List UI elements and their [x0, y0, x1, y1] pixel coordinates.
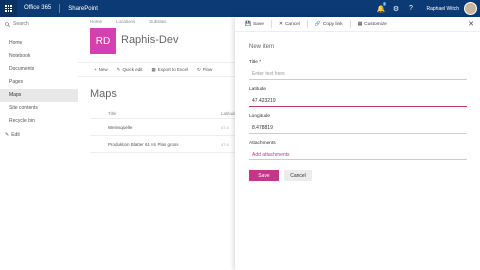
latitude-input[interactable]: [249, 95, 467, 107]
site-main: Home Locations Subsites RD Raphis-Dev + …: [78, 17, 237, 270]
help-button[interactable]: ?: [403, 0, 418, 17]
left-navigation: Home Notebook Documents Pages Maps Site …: [0, 17, 78, 270]
row-divider: [90, 152, 235, 153]
toolbar-customize-label: Customize: [364, 21, 387, 27]
nav-item-site-contents[interactable]: Site contents: [0, 102, 78, 115]
cancel-button[interactable]: Cancel: [284, 170, 312, 181]
notification-count-badge: 1: [382, 2, 387, 6]
suite-bar: Office 365 SharePoint 🔔 1 ⚙ ? Raphael Wi…: [0, 0, 480, 17]
toolbar-divider: [306, 20, 308, 28]
latitude-label: Latitude: [249, 87, 267, 92]
toolbar-copy-link-label: Copy link: [322, 21, 343, 27]
flow-button[interactable]: ↻ Flow: [197, 67, 212, 73]
panel-toolbar: 💾 Save ✕ Cancel 🔗 Copy link ▦ Customize: [235, 17, 480, 32]
new-label: New: [98, 67, 108, 72]
column-header-title[interactable]: Title: [108, 111, 116, 116]
quick-edit-button[interactable]: ✎ Quick edit: [117, 67, 143, 73]
pencil-icon: ✎: [5, 131, 10, 138]
pencil-icon: ✎: [116, 66, 121, 72]
list-title: Maps: [90, 88, 117, 100]
toolbar-cancel-button[interactable]: ✕ Cancel: [275, 21, 304, 28]
breadcrumb-item[interactable]: Home: [90, 19, 102, 24]
toolbar-cancel-label: Cancel: [284, 21, 300, 27]
nav-edit-link[interactable]: ✎ Edit: [0, 128, 78, 141]
breadcrumb-item[interactable]: Locations: [116, 19, 135, 24]
flow-label: Flow: [202, 67, 213, 72]
avatar[interactable]: [464, 2, 477, 15]
waffle-icon: [5, 5, 12, 12]
user-name[interactable]: Raphael Witch: [418, 6, 464, 12]
longitude-field-group: Longitude: [249, 114, 469, 134]
row-divider: [90, 118, 235, 119]
site-title[interactable]: Raphis-Dev: [121, 34, 178, 46]
add-attachments-link[interactable]: Add attachments: [249, 149, 467, 160]
export-label: Export to Excel: [157, 67, 188, 72]
nav-item-recycle-bin[interactable]: Recycle bin: [0, 115, 78, 128]
row-divider: [90, 135, 235, 136]
nav-item-home[interactable]: Home: [0, 37, 78, 50]
search-box[interactable]: [0, 17, 78, 31]
search-icon: [5, 21, 10, 27]
sharepoint-link[interactable]: SharePoint: [60, 6, 98, 12]
toolbar-customize-button[interactable]: ▦ Customize: [354, 21, 391, 28]
form-buttons: Save Cancel: [249, 170, 469, 181]
plus-icon: +: [94, 67, 97, 72]
new-item-form: New item Title * Latitude Longitude Atta…: [249, 44, 469, 181]
latitude-field-group: Latitude: [249, 87, 469, 107]
save-icon: 💾: [245, 21, 251, 27]
toolbar-save-button[interactable]: 💾 Save: [241, 21, 268, 28]
longitude-label: Longitude: [249, 114, 271, 119]
longitude-input[interactable]: [249, 122, 467, 134]
table-row-title[interactable]: Weinsquelle: [108, 125, 132, 130]
gear-icon: ⚙: [392, 5, 400, 13]
excel-icon: ▦: [151, 66, 156, 72]
toolbar-divider: [270, 20, 272, 28]
search-input[interactable]: [13, 21, 68, 27]
attachments-field-group: Attachments Add attachments: [249, 141, 469, 160]
new-item-panel: 💾 Save ✕ Cancel 🔗 Copy link ▦ Customize …: [235, 17, 480, 270]
title-field-group: Title *: [249, 60, 469, 80]
breadcrumb: Home Locations Subsites: [90, 19, 167, 24]
nav-item-documents[interactable]: Documents: [0, 63, 78, 76]
new-button[interactable]: + New: [94, 67, 108, 72]
toolbar-save-label: Save: [252, 21, 264, 27]
settings-button[interactable]: ⚙: [388, 0, 403, 17]
app-launcher-button[interactable]: [0, 0, 17, 17]
command-bar: + New ✎ Quick edit ▦ Export to Excel ↻ F…: [78, 62, 235, 77]
title-input[interactable]: [249, 68, 467, 80]
help-icon: ?: [409, 5, 413, 12]
notifications-button[interactable]: 🔔 1: [373, 0, 388, 17]
toolbar-divider: [349, 20, 351, 28]
nav-edit-label: Edit: [11, 131, 20, 138]
customize-icon: ▦: [357, 21, 363, 27]
save-button[interactable]: Save: [249, 170, 279, 181]
cancel-icon: ✕: [278, 21, 283, 27]
title-label: Title *: [249, 60, 262, 65]
link-icon: 🔗: [314, 21, 321, 27]
nav-item-pages[interactable]: Pages: [0, 76, 78, 89]
breadcrumb-item[interactable]: Subsites: [149, 19, 166, 24]
export-excel-button[interactable]: ▦ Export to Excel: [151, 67, 188, 73]
quick-edit-label: Quick edit: [122, 67, 143, 72]
table-row-latitude: 47.4: [221, 125, 229, 130]
office-365-link[interactable]: Office 365: [17, 4, 61, 13]
close-icon[interactable]: ✕: [468, 20, 474, 28]
nav-item-maps[interactable]: Maps: [0, 89, 78, 102]
table-row-latitude: 47.4: [221, 142, 229, 147]
flow-icon: ↻: [196, 66, 201, 72]
toolbar-copy-link-button[interactable]: 🔗 Copy link: [311, 21, 347, 28]
nav-item-notebook[interactable]: Notebook: [0, 50, 78, 63]
site-logo[interactable]: RD: [90, 28, 116, 54]
attachments-label: Attachments: [249, 141, 276, 146]
table-row-title[interactable]: Produktion Blatter 61 Im Plas gross: [108, 142, 179, 147]
form-title: New item: [249, 44, 275, 50]
